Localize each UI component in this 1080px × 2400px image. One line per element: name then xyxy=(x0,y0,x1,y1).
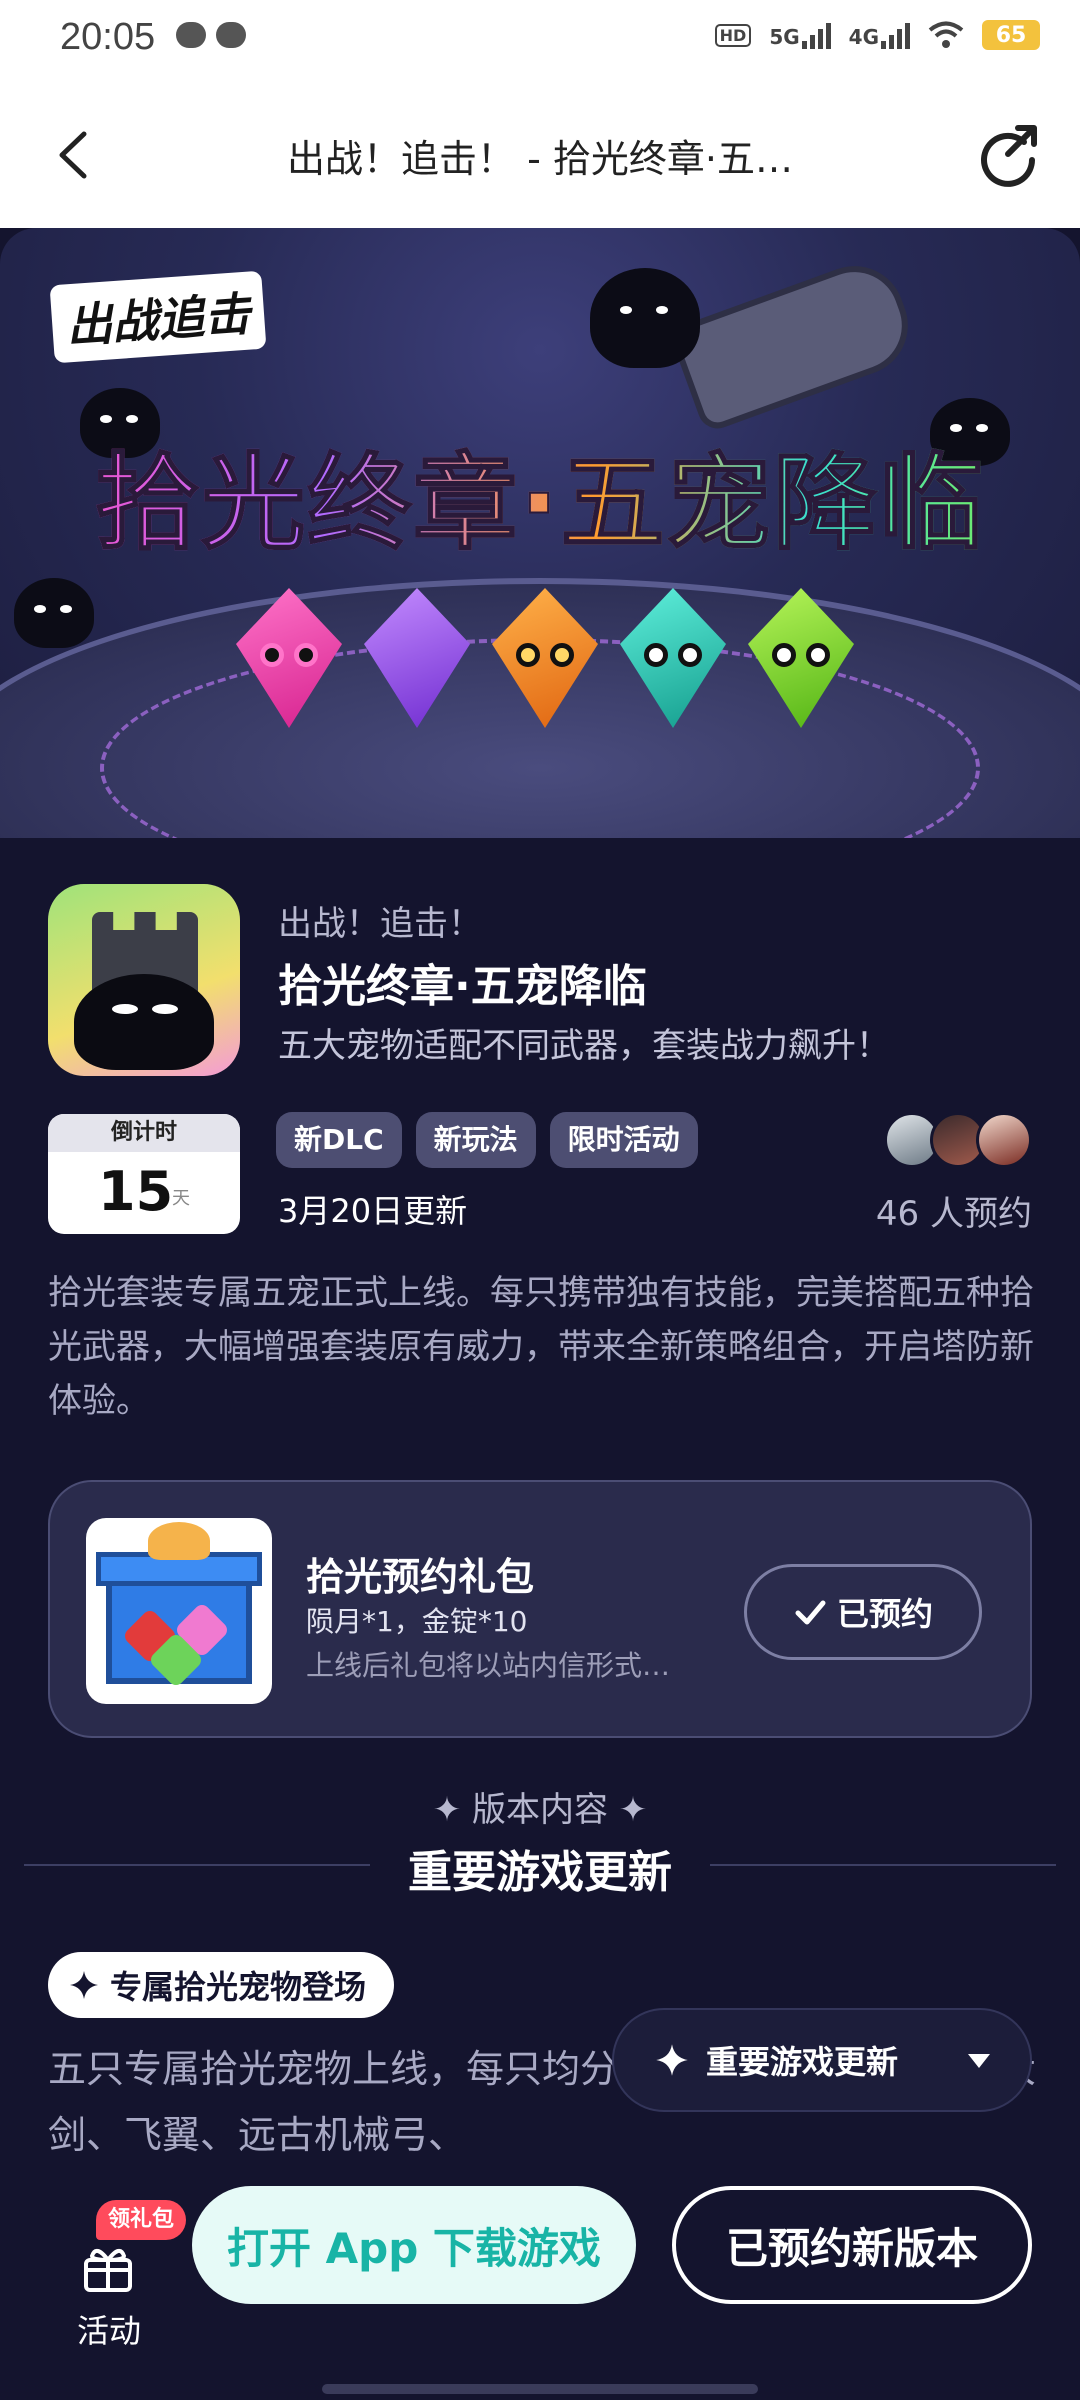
reserver-avatars xyxy=(884,1112,1032,1168)
blob-illustration xyxy=(74,974,214,1070)
hd-indicator: HD xyxy=(714,23,752,47)
back-button[interactable] xyxy=(40,120,110,190)
home-indicator[interactable] xyxy=(322,2384,758,2394)
sparkle-icon xyxy=(656,2044,688,2076)
signal-4g: 4G xyxy=(849,21,910,49)
gift-icon xyxy=(84,2248,132,2292)
gift-title: 拾光预约礼包 xyxy=(306,1555,535,1599)
feature-heading-label: 专属拾光宠物登场 xyxy=(110,1968,367,2006)
chevron-down-icon xyxy=(968,2054,990,2068)
cannon-illustration xyxy=(668,251,922,435)
section-dropdown[interactable]: 重要游戏更新 xyxy=(612,2008,1032,2112)
status-time: 20:05 xyxy=(60,16,156,58)
signal-bars-icon xyxy=(801,21,831,49)
signal-5g: 5G xyxy=(769,21,831,49)
countdown-card: 倒计时 15 天 xyxy=(48,1114,240,1234)
intro-text: 拾光套装专属五宠正式上线。每只携带独有技能，完美搭配五种拾光武器，大幅增强套装原… xyxy=(48,1273,1034,1421)
feature-heading: 专属拾光宠物登场 xyxy=(48,1952,395,2018)
gift-items: 陨月*1，金锭*10 xyxy=(306,1605,528,1638)
status-indicators: HD 5G 4G 65 xyxy=(714,20,1040,50)
tag-list: 新DLC 新玩法 限时活动 xyxy=(276,1112,698,1168)
dropdown-label: 重要游戏更新 xyxy=(706,2043,899,2081)
tag-limited-event: 限时活动 xyxy=(549,1112,698,1168)
share-button[interactable] xyxy=(972,120,1042,190)
tag-new-dlc: 新DLC xyxy=(276,1112,402,1168)
blob-creature xyxy=(590,268,700,368)
notification-icons xyxy=(176,22,246,48)
gift-box-icon xyxy=(86,1518,272,1704)
countdown-days: 15 xyxy=(98,1160,174,1223)
check-icon xyxy=(795,1600,826,1625)
update-title: 拾光终章·五宠降临 xyxy=(278,961,647,1012)
tag-new-gameplay: 新玩法 xyxy=(415,1112,536,1168)
gift-badge: 领礼包 xyxy=(96,2200,187,2240)
open-app-button[interactable]: 打开 App 下载游戏 xyxy=(192,2186,636,2304)
countdown-unit: 天 xyxy=(172,1188,190,1209)
avatar xyxy=(976,1112,1032,1168)
wechat-icon xyxy=(176,22,206,48)
update-date: 3月20日更新 xyxy=(278,1192,468,1230)
app-icon[interactable] xyxy=(48,884,240,1076)
back-arrow-icon xyxy=(59,131,87,179)
status-bar: 20:05 HD 5G 4G 65 xyxy=(0,0,1080,84)
sparkle-icon xyxy=(70,1971,98,1999)
section-title: 重要游戏更新 xyxy=(408,1847,672,1898)
battery-icon: 65 xyxy=(982,20,1040,50)
gift-note: 上线后礼包将以站内信形式… xyxy=(306,1649,671,1682)
game-logo: 出战追击 xyxy=(49,270,267,364)
event-banner: 出战追击 拾光终章·五宠降临 xyxy=(0,228,1080,838)
section-label: ✦ 版本内容 ✦ xyxy=(432,1790,648,1830)
blob-creature xyxy=(14,578,94,648)
share-icon xyxy=(981,125,1037,187)
message-icon xyxy=(216,22,246,48)
game-name: 出战！追击！ xyxy=(278,904,482,944)
nav-bar: 出战！追击！ - 拾光终章·五… xyxy=(0,84,1080,228)
update-subtitle: 五大宠物适配不同武器，套装战力飙升！ xyxy=(278,1026,890,1066)
countdown-label: 倒计时 xyxy=(48,1114,240,1152)
signal-bars-icon xyxy=(881,21,910,49)
reserved-version-button[interactable]: 已预约新版本 xyxy=(672,2186,1032,2304)
page-title: 出战！追击！ - 拾光终章·五… xyxy=(287,137,793,181)
gift-reserved-label: 已预约 xyxy=(836,1595,933,1633)
banner-title: 拾光终章·五宠降临 xyxy=(0,418,1080,569)
reservation-count: 46 人预约 xyxy=(875,1194,1032,1234)
wifi-icon xyxy=(928,21,964,48)
bottom-action-bar: 领礼包 活动 打开 App 下载游戏 已预约新版本 xyxy=(0,2156,1080,2400)
activity-label: 活动 xyxy=(76,2312,141,2350)
gift-pack-card[interactable]: 拾光预约礼包 陨月*1，金锭*10 上线后礼包将以站内信形式… 已预约 xyxy=(48,1480,1032,1738)
gift-reserved-button[interactable]: 已预约 xyxy=(744,1564,982,1660)
